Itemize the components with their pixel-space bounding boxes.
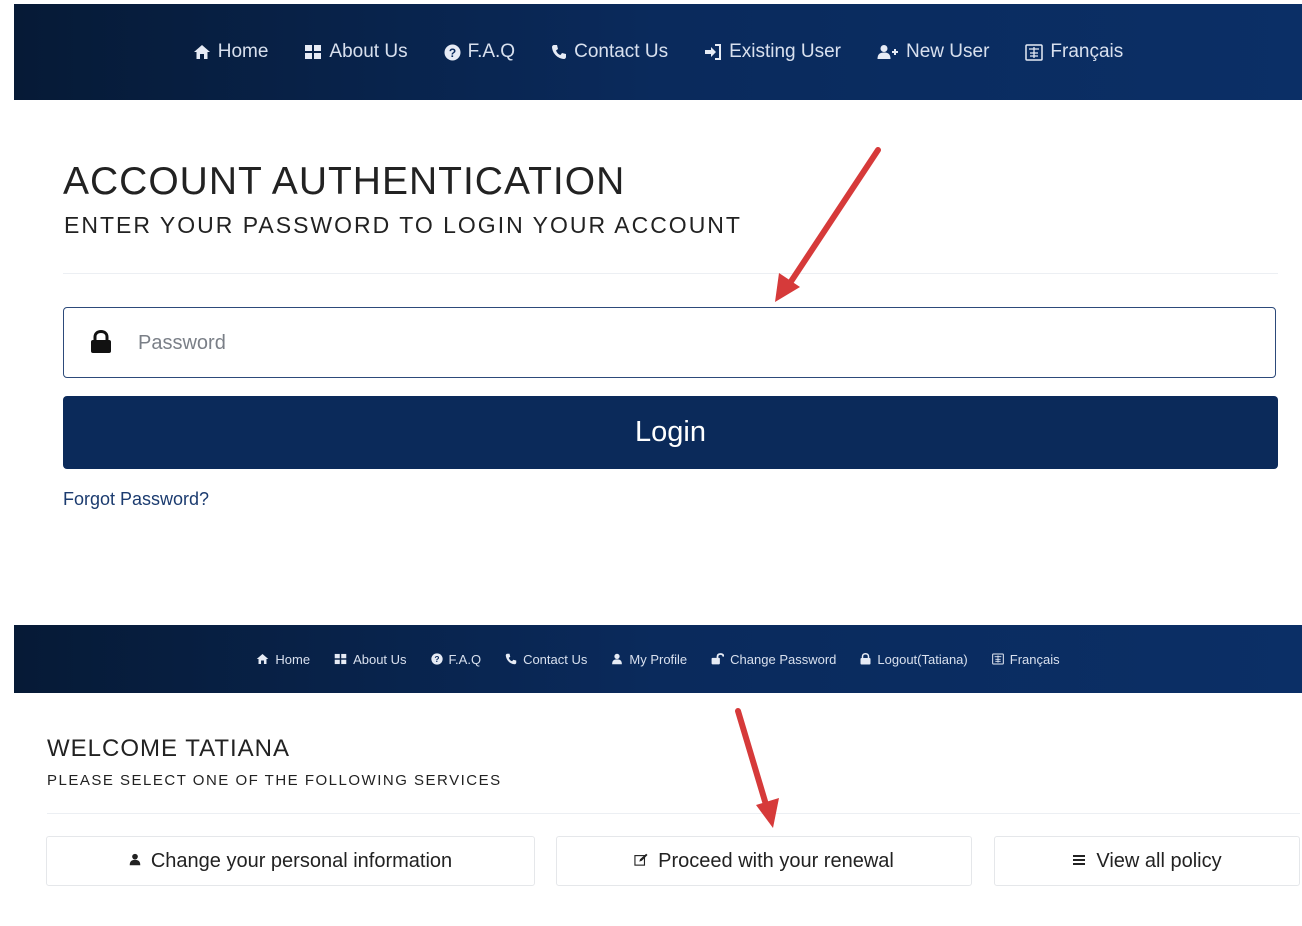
nav-label: Contact Us [574, 41, 669, 62]
nav-label: F.A.Q [448, 651, 482, 667]
nav-label: Logout(Tatiana) [877, 651, 968, 667]
home-icon [256, 653, 269, 665]
nav-new-user[interactable]: New User [877, 41, 989, 63]
nav-language[interactable]: Français [1025, 41, 1123, 63]
svg-text:?: ? [448, 46, 455, 60]
nav-label: Home [275, 651, 311, 667]
grid-icon [304, 44, 322, 60]
nav-about-us[interactable]: About Us [304, 41, 408, 63]
service-label: Proceed with your renewal [658, 849, 894, 872]
service-label: Change your personal information [150, 849, 453, 872]
welcome-title: WELCOME TATIANA [47, 735, 291, 762]
nav-home[interactable]: Home [256, 652, 310, 667]
nav-label: Français [1009, 651, 1060, 667]
nav-change-password[interactable]: Change Password [711, 652, 836, 667]
nav-label: About Us [353, 651, 407, 667]
nav-label: Existing User [729, 41, 841, 62]
nav-home[interactable]: Home [193, 41, 269, 63]
nav-label: Change Password [730, 651, 837, 667]
view-all-policy-button[interactable]: View all policy [994, 836, 1300, 886]
nav-contact-us[interactable]: Contact Us [551, 41, 668, 63]
nav-label: My Profile [629, 651, 688, 667]
divider [63, 273, 1278, 274]
nav-about-us[interactable]: About Us [334, 651, 407, 667]
nav-faq[interactable]: ? F.A.Q [430, 651, 482, 667]
sign-in-icon [704, 44, 722, 60]
home-icon [193, 44, 211, 60]
language-icon [1025, 43, 1044, 61]
nav-label: Home [217, 41, 269, 62]
password-field[interactable] [63, 307, 1276, 378]
nav-contact-us[interactable]: Contact Us [505, 652, 587, 667]
grid-icon [334, 653, 347, 665]
question-icon: ? [444, 44, 461, 61]
unlock-icon [711, 653, 725, 665]
language-icon [991, 653, 1004, 665]
page-subtitle: ENTER YOUR PASSWORD TO LOGIN YOUR ACCOUN… [64, 212, 742, 238]
password-input[interactable] [136, 320, 1260, 366]
forgot-password-link[interactable]: Forgot Password? [63, 489, 209, 510]
nav-label: About Us [329, 41, 408, 62]
nav-my-profile[interactable]: My Profile [611, 652, 687, 667]
top-navbar: Home About Us ? F.A.Q Contact Us Existin… [14, 4, 1302, 100]
nav-language[interactable]: Français [991, 651, 1060, 667]
list-icon [1072, 853, 1086, 869]
nav-label: F.A.Q [467, 41, 516, 62]
lock-icon [90, 329, 112, 359]
add-user-icon [877, 44, 899, 60]
phone-icon [505, 653, 517, 665]
question-icon: ? [430, 653, 443, 665]
service-label: View all policy [1096, 849, 1222, 872]
lock-icon [860, 653, 871, 665]
page-title: ACCOUNT AUTHENTICATION [63, 160, 626, 203]
login-button[interactable]: Login [63, 396, 1278, 469]
annotation-arrow-bottom [735, 708, 779, 828]
nav-existing-user[interactable]: Existing User [704, 41, 841, 63]
user-icon [129, 853, 141, 869]
change-personal-info-button[interactable]: Change your personal information [46, 836, 535, 886]
user-icon [611, 653, 623, 665]
proceed-renewal-button[interactable]: Proceed with your renewal [556, 836, 972, 886]
svg-text:?: ? [434, 654, 439, 664]
edit-icon [634, 853, 648, 869]
annotation-arrow-top [775, 147, 881, 302]
divider [47, 813, 1300, 814]
bottom-navbar: Home About Us ? F.A.Q Contact Us My Prof… [14, 625, 1302, 693]
nav-label: Français [1050, 41, 1124, 62]
nav-label: New User [906, 41, 990, 62]
nav-label: Contact Us [523, 651, 588, 667]
welcome-subtitle: PLEASE SELECT ONE OF THE FOLLOWING SERVI… [47, 772, 502, 789]
phone-icon [551, 44, 567, 60]
nav-logout[interactable]: Logout(Tatiana) [860, 651, 968, 667]
nav-faq[interactable]: ? F.A.Q [444, 41, 516, 63]
